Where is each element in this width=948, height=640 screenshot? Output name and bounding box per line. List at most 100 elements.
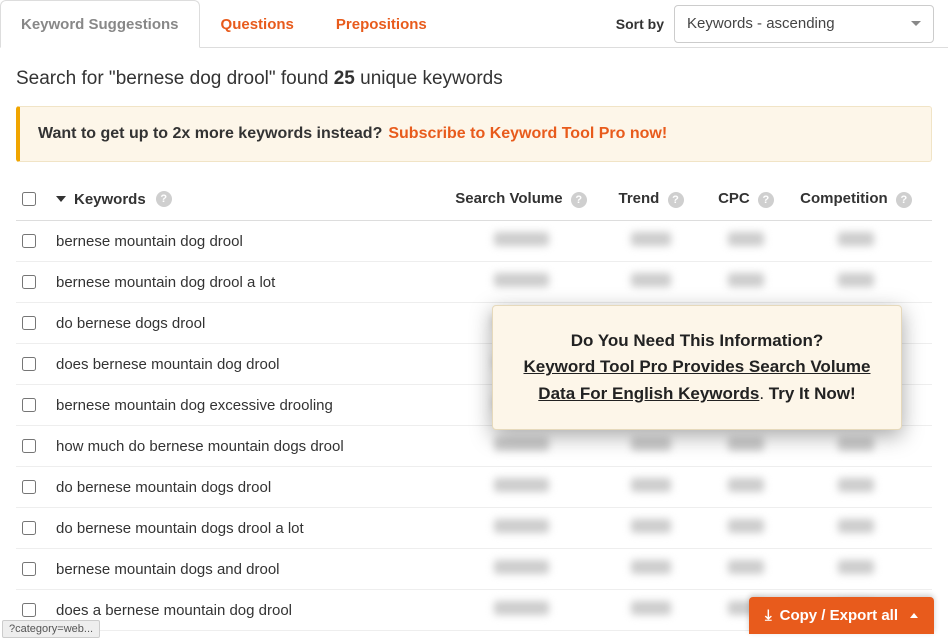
popup-body: Keyword Tool Pro Provides Search Volume … (519, 354, 875, 407)
row-checkbox[interactable] (22, 603, 36, 617)
row-checkbox-cell (22, 398, 56, 412)
row-keyword[interactable]: do bernese dogs drool (56, 315, 446, 332)
header-checkbox-cell (22, 192, 56, 206)
tab-prepositions[interactable]: Prepositions (315, 0, 448, 47)
row-checkbox-cell (22, 562, 56, 576)
promo-subscribe-link[interactable]: Subscribe to Keyword Tool Pro now! (388, 125, 667, 143)
sort-label: Sort by (616, 16, 664, 32)
row-checkbox[interactable] (22, 439, 36, 453)
row-checkbox-cell (22, 234, 56, 248)
header-keywords-label: Keywords (74, 191, 146, 208)
select-all-checkbox[interactable] (22, 192, 36, 206)
row-keyword[interactable]: bernese mountain dog excessive drooling (56, 397, 446, 414)
header-cpc-label: CPC (718, 190, 750, 207)
row-keyword[interactable]: does a bernese mountain dog drool (56, 602, 446, 619)
row-cpc (706, 478, 786, 496)
row-cpc (706, 232, 786, 250)
help-icon[interactable]: ? (668, 192, 684, 208)
tab-keyword-suggestions[interactable]: Keyword Suggestions (0, 0, 200, 48)
table-row: how much do bernese mountain dogs drool (16, 426, 932, 467)
table-row: bernese mountain dog drool a lot (16, 262, 932, 303)
row-checkbox[interactable] (22, 316, 36, 330)
popup-try-link[interactable]: Try It Now! (769, 384, 856, 403)
row-checkbox[interactable] (22, 398, 36, 412)
row-checkbox-cell (22, 357, 56, 371)
row-checkbox[interactable] (22, 562, 36, 576)
row-search-volume (446, 273, 596, 291)
row-keyword[interactable]: bernese mountain dog drool a lot (56, 274, 446, 291)
header-keywords[interactable]: Keywords ? (56, 191, 446, 208)
row-keyword[interactable]: bernese mountain dog drool (56, 233, 446, 250)
header-cpc[interactable]: CPC ? (706, 190, 786, 208)
help-icon[interactable]: ? (896, 192, 912, 208)
table-header: Keywords ? Search Volume ? Trend ? CPC ?… (16, 174, 932, 221)
search-summary: Search for "bernese dog drool" found 25 … (0, 48, 948, 106)
top-bar: Keyword Suggestions Questions Prepositio… (0, 0, 948, 48)
row-search-volume (446, 232, 596, 250)
row-cpc (706, 519, 786, 537)
row-trend (596, 519, 706, 537)
table-row: do bernese mountain dogs drool a lot (16, 508, 932, 549)
row-keyword[interactable]: how much do bernese mountain dogs drool (56, 438, 446, 455)
sort-desc-icon (56, 196, 66, 202)
header-competition-label: Competition (800, 190, 888, 207)
header-search-volume[interactable]: Search Volume ? (446, 190, 596, 208)
row-keyword[interactable]: do bernese mountain dogs drool a lot (56, 520, 446, 537)
row-competition (786, 478, 926, 496)
row-keyword[interactable]: does bernese mountain dog drool (56, 356, 446, 373)
table-row: bernese mountain dog drool (16, 221, 932, 262)
sort-selected-value: Keywords - ascending (687, 15, 835, 32)
search-prefix: Search for " (16, 68, 116, 89)
row-trend (596, 560, 706, 578)
tabs: Keyword Suggestions Questions Prepositio… (0, 0, 448, 47)
row-checkbox[interactable] (22, 234, 36, 248)
help-icon[interactable]: ? (758, 192, 774, 208)
upsell-popup: Do You Need This Information? Keyword To… (492, 305, 902, 430)
promo-banner: Want to get up to 2x more keywords inste… (16, 106, 932, 162)
help-icon[interactable]: ? (571, 192, 587, 208)
row-checkbox-cell (22, 316, 56, 330)
row-checkbox[interactable] (22, 521, 36, 535)
tab-questions[interactable]: Questions (200, 0, 315, 47)
row-checkbox[interactable] (22, 357, 36, 371)
row-checkbox-cell (22, 439, 56, 453)
row-checkbox-cell (22, 275, 56, 289)
row-trend (596, 437, 706, 455)
row-trend (596, 478, 706, 496)
row-keyword[interactable]: do bernese mountain dogs drool (56, 479, 446, 496)
search-count: 25 (334, 68, 355, 89)
row-checkbox-cell (22, 521, 56, 535)
header-trend-label: Trend (618, 190, 659, 207)
row-trend (596, 273, 706, 291)
row-search-volume (446, 478, 596, 496)
search-mid: " found (269, 68, 334, 89)
header-competition[interactable]: Competition ? (786, 190, 926, 208)
table-row: do bernese mountain dogs drool (16, 467, 932, 508)
search-query: bernese dog drool (116, 68, 269, 89)
status-url-chip: ?category=web... (2, 620, 100, 638)
row-checkbox-cell (22, 480, 56, 494)
help-icon[interactable]: ? (156, 191, 172, 207)
row-search-volume (446, 601, 596, 619)
header-trend[interactable]: Trend ? (596, 190, 706, 208)
sort-select[interactable]: Keywords - ascending (674, 5, 934, 43)
export-icon: ⤓ (765, 607, 772, 624)
row-competition (786, 519, 926, 537)
copy-export-button[interactable]: ⤓ Copy / Export all (749, 597, 934, 634)
row-trend (596, 601, 706, 619)
row-cpc (706, 273, 786, 291)
sort-controls: Sort by Keywords - ascending (616, 5, 934, 43)
chevron-down-icon (911, 21, 921, 26)
export-label: Copy / Export all (780, 607, 898, 624)
row-checkbox[interactable] (22, 480, 36, 494)
row-cpc (706, 437, 786, 455)
row-competition (786, 232, 926, 250)
row-competition (786, 437, 926, 455)
row-keyword[interactable]: bernese mountain dogs and drool (56, 561, 446, 578)
search-suffix: unique keywords (355, 68, 503, 89)
row-checkbox-cell (22, 603, 56, 617)
row-search-volume (446, 519, 596, 537)
row-competition (786, 273, 926, 291)
table-row: bernese mountain dogs and drool (16, 549, 932, 590)
row-checkbox[interactable] (22, 275, 36, 289)
